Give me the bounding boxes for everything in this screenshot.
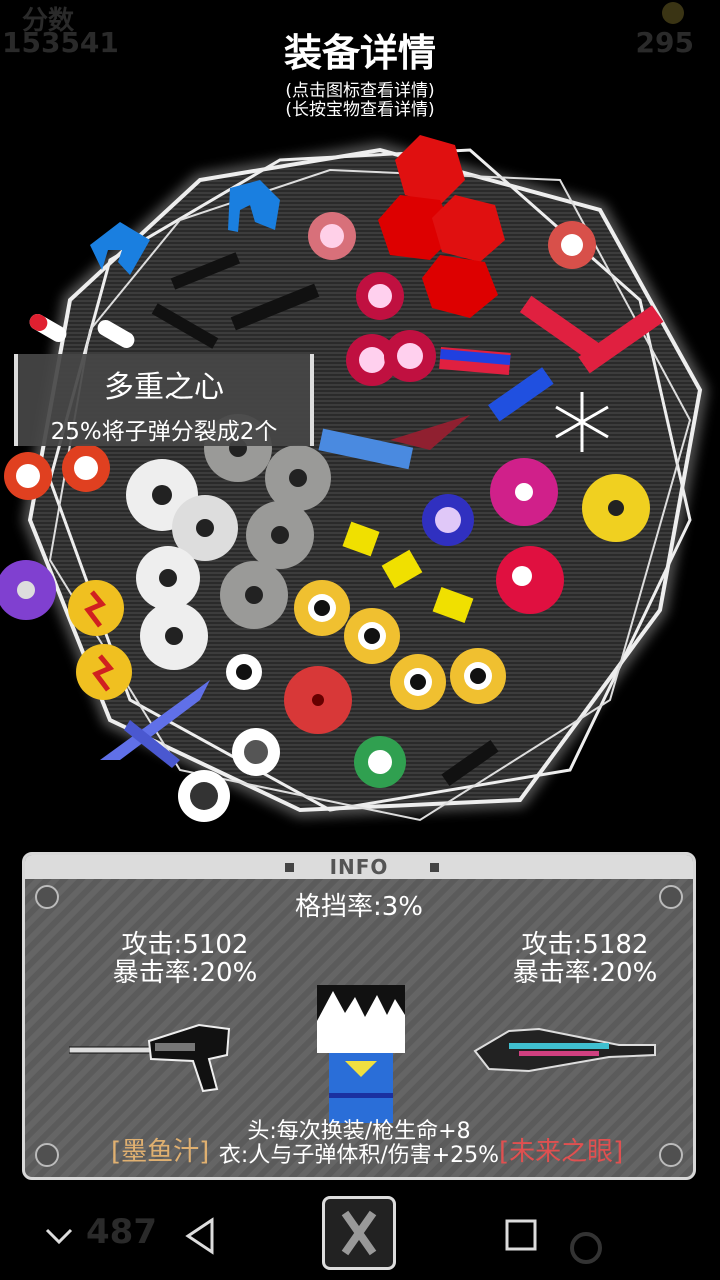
head-bonus: 头:每次换装/枪生命+8 bbox=[247, 1119, 471, 1144]
right-gun-icon[interactable] bbox=[469, 1021, 659, 1087]
right-weapon-attack: 攻击:5182 bbox=[521, 930, 649, 960]
block-rate: 格挡率:3% bbox=[294, 892, 423, 922]
page-title: 装备详情 bbox=[283, 31, 436, 75]
hint-long-press: (长按宝物查看详情) bbox=[285, 100, 435, 120]
character-avatar[interactable] bbox=[315, 985, 407, 1125]
navigation-bar: 487 bbox=[0, 1192, 720, 1280]
body-bonus: 衣:人与子弹体积/伤害+25% bbox=[218, 1143, 500, 1168]
tooltip-description: 25%将子弹分裂成2个 bbox=[50, 419, 278, 445]
right-weapon-crit: 暴击率:20% bbox=[512, 958, 658, 988]
left-gun-icon[interactable] bbox=[69, 1019, 239, 1099]
tooltip-title: 多重之心 bbox=[104, 370, 224, 405]
left-weapon-crit: 暴击率:20% bbox=[112, 958, 258, 988]
ring-icon bbox=[570, 1232, 602, 1264]
recents-icon[interactable] bbox=[504, 1218, 538, 1252]
coin-icon bbox=[662, 2, 684, 24]
chevron-down-icon[interactable] bbox=[44, 1226, 74, 1246]
info-panel: INFO 格挡率:3% 攻击:5102 暴击率:20% 攻击:5182 暴击率:… bbox=[22, 852, 696, 1180]
treasure-showcase bbox=[0, 135, 708, 822]
info-title: INFO bbox=[329, 855, 389, 879]
left-weapon-attack: 攻击:5102 bbox=[121, 930, 249, 960]
back-icon[interactable] bbox=[184, 1216, 216, 1256]
home-button[interactable] bbox=[322, 1196, 396, 1270]
hint-tap: (点击图标查看详情) bbox=[285, 81, 435, 101]
x-icon bbox=[341, 1210, 377, 1256]
ammo-count: 487 bbox=[86, 1212, 157, 1252]
treasure-tooltip: 多重之心 25%将子弹分裂成2个 bbox=[14, 354, 314, 446]
